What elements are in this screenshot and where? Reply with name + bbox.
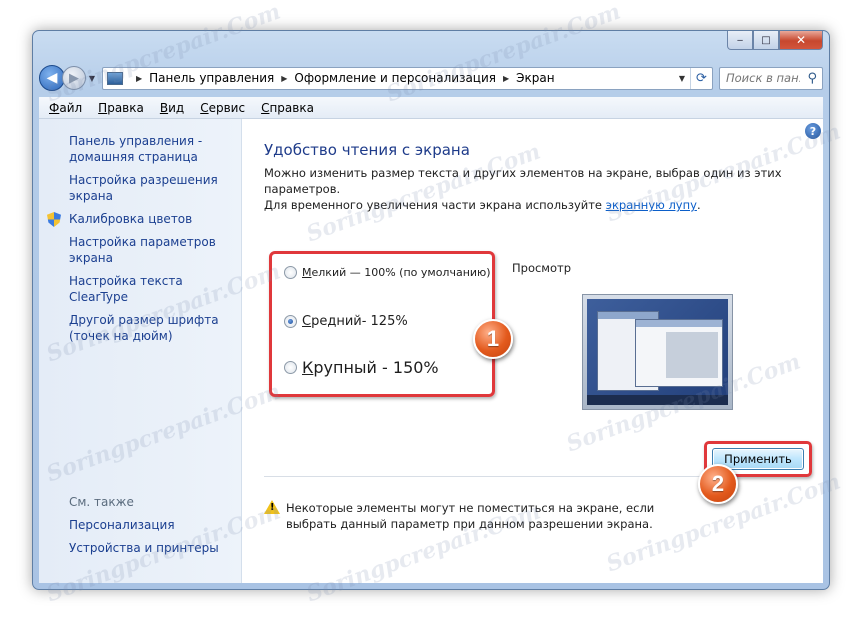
sidebar-link-devices-printers[interactable]: Устройства и принтеры: [69, 540, 219, 556]
sidebar-link-personalization[interactable]: Персонализация: [69, 517, 219, 533]
page-description: Можно изменить размер текста и других эл…: [264, 165, 824, 213]
option-small-label: Мелкий — 100% (по умолчанию): [302, 266, 491, 279]
option-medium-label: Средний- 125%: [302, 314, 408, 329]
control-panel-window: ‒ □ ✕ ◀ ▶ ▼ ▶ Панель управления ▶ Оформл…: [32, 30, 830, 590]
see-also-section: См. также Персонализация Устройства и пр…: [69, 495, 219, 563]
menu-view[interactable]: Вид: [160, 101, 184, 115]
chevron-right-icon[interactable]: ▶: [281, 74, 287, 83]
preview-screen: [587, 299, 728, 405]
see-also-title: См. также: [69, 495, 134, 509]
caption-buttons: ‒ □ ✕: [727, 31, 823, 50]
minimize-button[interactable]: ‒: [727, 31, 753, 50]
content-area: Панель управления - домашняя страница На…: [39, 119, 823, 583]
breadcrumb-control-panel[interactable]: Панель управления: [149, 71, 274, 85]
description-line-2: Для временного увеличения части экрана и…: [264, 198, 701, 212]
search-input[interactable]: [726, 71, 800, 85]
address-bar[interactable]: ▶ Панель управления ▶ Оформление и персо…: [102, 66, 713, 90]
text-size-options: Мелкий — 100% (по умолчанию) Средний- 12…: [269, 251, 495, 397]
help-icon[interactable]: ?: [805, 123, 821, 139]
breadcrumb-display[interactable]: Экран: [516, 71, 554, 85]
preview-taskbar: [587, 395, 728, 405]
preview-label: Просмотр: [512, 261, 572, 275]
menu-edit[interactable]: Правка: [98, 101, 144, 115]
option-small[interactable]: Мелкий — 100% (по умолчанию): [284, 266, 491, 279]
warning-text: Некоторые элементы могут не поместиться …: [286, 501, 655, 531]
sidebar-link-home[interactable]: Панель управления - домашняя страница: [69, 133, 235, 165]
close-button[interactable]: ✕: [779, 31, 823, 50]
sidebar: Панель управления - домашняя страница На…: [39, 119, 242, 583]
navigation-bar: ◀ ▶ ▼ ▶ Панель управления ▶ Оформление и…: [39, 65, 823, 91]
preview-image: [582, 294, 733, 410]
magnifier-link[interactable]: экранную лупу: [606, 198, 697, 212]
chevron-right-icon[interactable]: ▶: [503, 74, 509, 83]
refresh-icon[interactable]: ⟳: [690, 67, 712, 89]
option-medium[interactable]: Средний- 125%: [284, 314, 408, 329]
sidebar-link-dpi[interactable]: Другой размер шрифта (точек на дюйм): [69, 312, 235, 344]
maximize-button[interactable]: □: [753, 31, 779, 50]
main-panel: ? Удобство чтения с экрана Можно изменит…: [242, 119, 823, 583]
control-panel-icon: [107, 71, 123, 85]
sidebar-link-display-settings[interactable]: Настройка параметров экрана: [69, 234, 235, 266]
page-title: Удобство чтения с экрана: [264, 141, 470, 159]
breadcrumb-appearance[interactable]: Оформление и персонализация: [294, 71, 496, 85]
chevron-right-icon[interactable]: ▶: [136, 74, 142, 83]
annotation-badge-2: 2: [698, 464, 738, 504]
menu-tools[interactable]: Сервис: [200, 101, 245, 115]
preview-window-front: [635, 319, 723, 387]
uac-shield-icon: [47, 212, 61, 227]
menu-help[interactable]: Справка: [261, 101, 314, 115]
radio-small[interactable]: [284, 266, 297, 279]
forward-arrow-icon[interactable]: ▶: [62, 66, 86, 90]
sidebar-link-resolution[interactable]: Настройка разрешения экрана: [69, 172, 235, 204]
sidebar-link-calibration[interactable]: Калибровка цветов: [47, 211, 235, 227]
menu-bar: Файл Правка Вид Сервис Справка: [39, 97, 823, 119]
option-large-label: Крупный - 150%: [302, 358, 439, 377]
sidebar-link-calibration-label: Калибровка цветов: [69, 212, 193, 226]
warning-icon: [264, 500, 280, 514]
sidebar-link-cleartype[interactable]: Настройка текста ClearType: [69, 273, 235, 305]
radio-large[interactable]: [284, 361, 297, 374]
search-box[interactable]: ⚲: [719, 66, 823, 90]
history-dropdown-icon[interactable]: ▼: [86, 74, 98, 83]
annotation-badge-1: 1: [473, 319, 513, 359]
menu-file[interactable]: Файл: [49, 101, 82, 115]
description-line-1: Можно изменить размер текста и других эл…: [264, 166, 782, 196]
radio-medium[interactable]: [284, 315, 297, 328]
search-icon[interactable]: ⚲: [807, 71, 817, 86]
address-dropdown-icon[interactable]: ▼: [674, 74, 690, 83]
option-large[interactable]: Крупный - 150%: [284, 358, 439, 377]
